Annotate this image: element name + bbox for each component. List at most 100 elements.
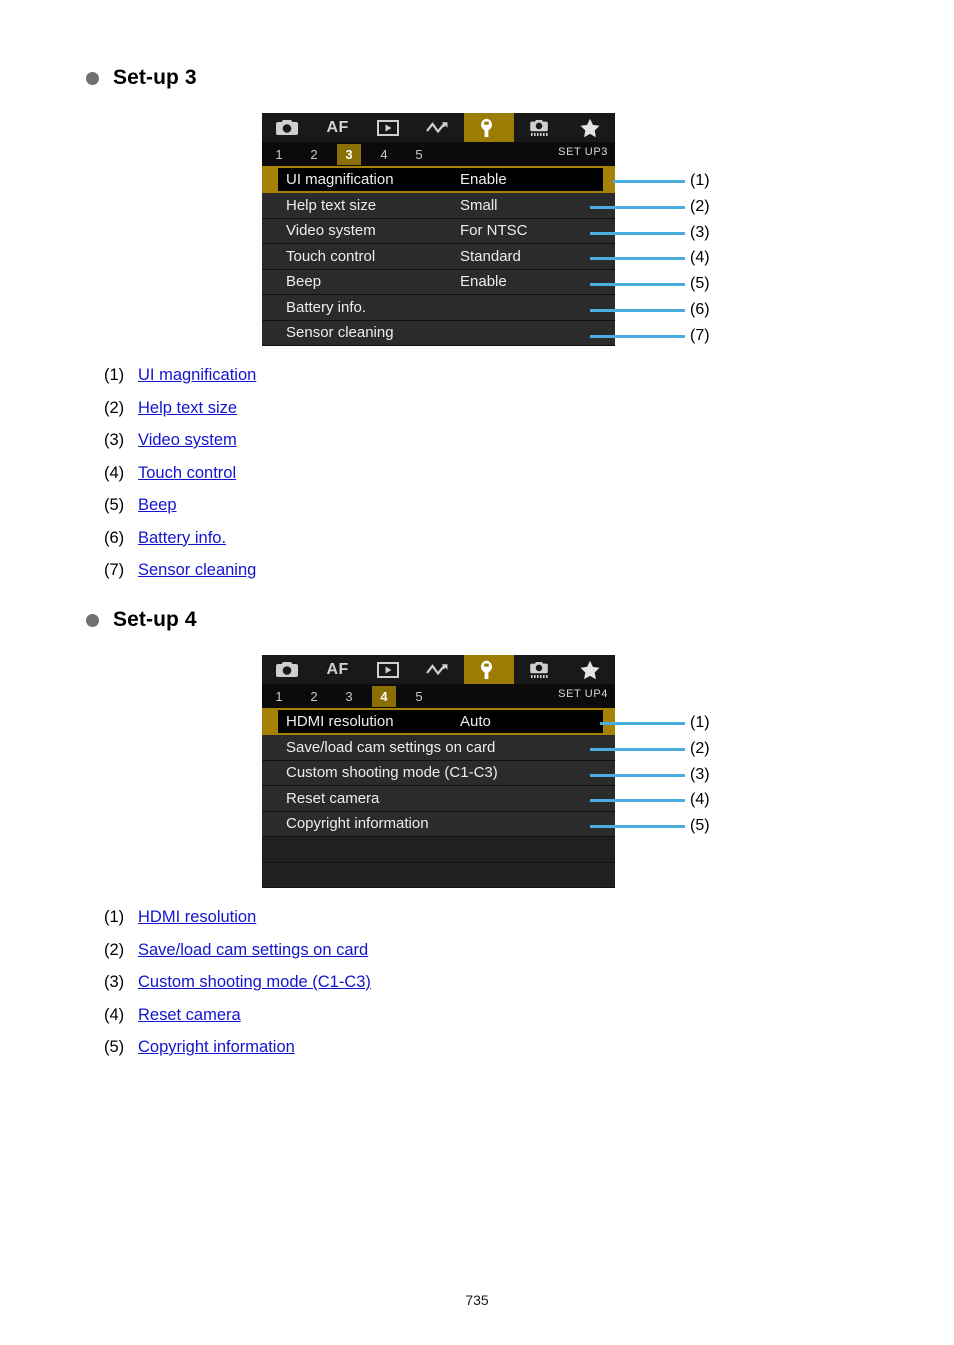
- set-up-label: SET UP3: [558, 146, 608, 158]
- link-video-system[interactable]: Video system: [138, 431, 237, 450]
- leader-line: [590, 257, 685, 260]
- tab-playback[interactable]: [363, 113, 413, 142]
- list-item: (5) Beep: [104, 496, 256, 529]
- tab-setup[interactable]: [463, 113, 515, 142]
- set-up-label: SET UP4: [558, 688, 608, 700]
- list-item: (3) Video system: [104, 431, 256, 464]
- menu-row[interactable]: Help text size Small: [262, 193, 615, 219]
- leader-line: [613, 180, 685, 183]
- menu-row-value: For NTSC: [460, 222, 528, 240]
- bullet-icon: [86, 613, 99, 627]
- page-tab-2[interactable]: 2: [302, 144, 326, 165]
- menu-row-label: Help text size: [286, 196, 377, 214]
- link-save-load-cam-settings[interactable]: Save/load cam settings on card: [138, 941, 368, 960]
- tab-playback[interactable]: [363, 655, 413, 684]
- menu-row-label: HDMI resolution: [286, 713, 394, 730]
- callout-number: (4): [690, 249, 710, 266]
- tab-my-menu[interactable]: [565, 113, 615, 142]
- menu-row-label: Battery info.: [286, 298, 367, 316]
- list-item-index: (1): [104, 366, 125, 384]
- link-beep[interactable]: Beep: [138, 496, 177, 515]
- link-custom-shooting-mode[interactable]: Custom shooting mode (C1-C3): [138, 973, 371, 992]
- link-touch-control[interactable]: Touch control: [138, 464, 236, 483]
- page-tab-4[interactable]: 4: [372, 144, 396, 165]
- link-ui-magnification[interactable]: UI magnification: [138, 366, 256, 385]
- leader-line: [590, 774, 685, 777]
- list-item-index: (5): [104, 1038, 125, 1056]
- menu-row[interactable]: Video system For NTSC: [262, 218, 615, 244]
- tab-wireless[interactable]: [413, 655, 463, 684]
- menu-row[interactable]: Sensor cleaning: [262, 320, 615, 346]
- menu-row[interactable]: UI magnification Enable: [262, 166, 615, 193]
- leader-line: [590, 309, 685, 312]
- page-tab-5[interactable]: 5: [407, 144, 431, 165]
- menu-row-label: Copyright information: [286, 815, 429, 833]
- tab-af-label: AF: [326, 118, 349, 136]
- tab-wireless[interactable]: [413, 113, 463, 142]
- camera-page-number-bar: 1 2 3 4 5 SET UP4: [262, 684, 615, 708]
- menu-row-empty: [262, 837, 615, 863]
- list-item: (7) Sensor cleaning: [104, 561, 256, 594]
- page-tab-4[interactable]: 4: [372, 685, 396, 707]
- menu-row[interactable]: Battery info.: [262, 295, 615, 321]
- tab-setup[interactable]: [463, 655, 515, 684]
- tab-af[interactable]: AF: [312, 655, 362, 684]
- section-title: Set-up 4: [113, 608, 197, 631]
- page-tab-3[interactable]: 3: [337, 143, 361, 165]
- page-tab-5[interactable]: 5: [407, 686, 431, 707]
- menu-row[interactable]: HDMI resolution Auto: [262, 708, 615, 735]
- list-item-index: (3): [104, 431, 125, 449]
- tab-my-menu[interactable]: [565, 655, 615, 684]
- page-tab-1[interactable]: 1: [267, 144, 291, 165]
- link-hdmi-resolution[interactable]: HDMI resolution: [138, 908, 256, 927]
- link-list-setup3: (1) UI magnification (2) Help text size …: [104, 366, 256, 594]
- camera-menu-rows: UI magnification Enable Help text size S…: [262, 166, 615, 346]
- menu-row[interactable]: Beep Enable: [262, 269, 615, 295]
- tab-custom-functions[interactable]: [514, 655, 564, 684]
- page-tab-3[interactable]: 3: [337, 686, 361, 707]
- callout-number: (3): [690, 224, 710, 241]
- section-title: Set-up 3: [113, 66, 197, 89]
- menu-row-label: Video system: [286, 222, 376, 240]
- list-item: (4) Touch control: [104, 464, 256, 497]
- camera-menu-screenshot-setup3: AF 1 2 3 4 5 SET UP3 UI magnification En…: [262, 113, 615, 346]
- list-item-index: (7): [104, 561, 125, 579]
- tab-af[interactable]: AF: [312, 113, 362, 142]
- page-tab-1[interactable]: 1: [267, 686, 291, 707]
- list-item-index: (4): [104, 463, 125, 482]
- list-item-index: (4): [104, 1005, 125, 1024]
- link-help-text-size[interactable]: Help text size: [138, 399, 237, 418]
- link-copyright-information[interactable]: Copyright information: [138, 1038, 295, 1057]
- menu-row-value: Enable: [460, 171, 507, 188]
- link-list-setup4: (1) HDMI resolution (2) Save/load cam se…: [104, 908, 371, 1071]
- tab-shooting[interactable]: [262, 113, 312, 142]
- menu-row[interactable]: Copyright information: [262, 811, 615, 837]
- camera-tab-bar: AF: [262, 113, 615, 142]
- tab-custom-functions[interactable]: [514, 113, 564, 142]
- callout-number: (5): [690, 817, 710, 834]
- menu-row[interactable]: Save/load cam settings on card: [262, 735, 615, 761]
- leader-line: [590, 206, 685, 209]
- list-item-index: (2): [104, 940, 125, 959]
- link-battery-info[interactable]: Battery info.: [138, 529, 226, 548]
- page-tab-2[interactable]: 2: [302, 686, 326, 707]
- tab-shooting[interactable]: [262, 655, 312, 684]
- list-item-index: (6): [104, 528, 125, 547]
- menu-row[interactable]: Reset camera: [262, 786, 615, 812]
- menu-row[interactable]: Touch control Standard: [262, 244, 615, 270]
- leader-line: [590, 825, 685, 828]
- leader-line: [590, 283, 685, 286]
- tab-af-label: AF: [326, 660, 349, 678]
- menu-row-label: Custom shooting mode (C1-C3): [286, 764, 498, 782]
- callout-number: (5): [690, 275, 710, 292]
- menu-row[interactable]: Custom shooting mode (C1-C3): [262, 760, 615, 786]
- menu-row-value: Enable: [460, 273, 507, 291]
- link-reset-camera[interactable]: Reset camera: [138, 1006, 241, 1025]
- list-item: (6) Battery info.: [104, 529, 256, 562]
- callout-number: (4): [690, 791, 710, 808]
- page-number: 735: [465, 1292, 489, 1308]
- list-item: (1) HDMI resolution: [104, 908, 371, 941]
- link-sensor-cleaning[interactable]: Sensor cleaning: [138, 561, 256, 580]
- callout-number: (6): [690, 301, 710, 318]
- leader-line: [590, 748, 685, 751]
